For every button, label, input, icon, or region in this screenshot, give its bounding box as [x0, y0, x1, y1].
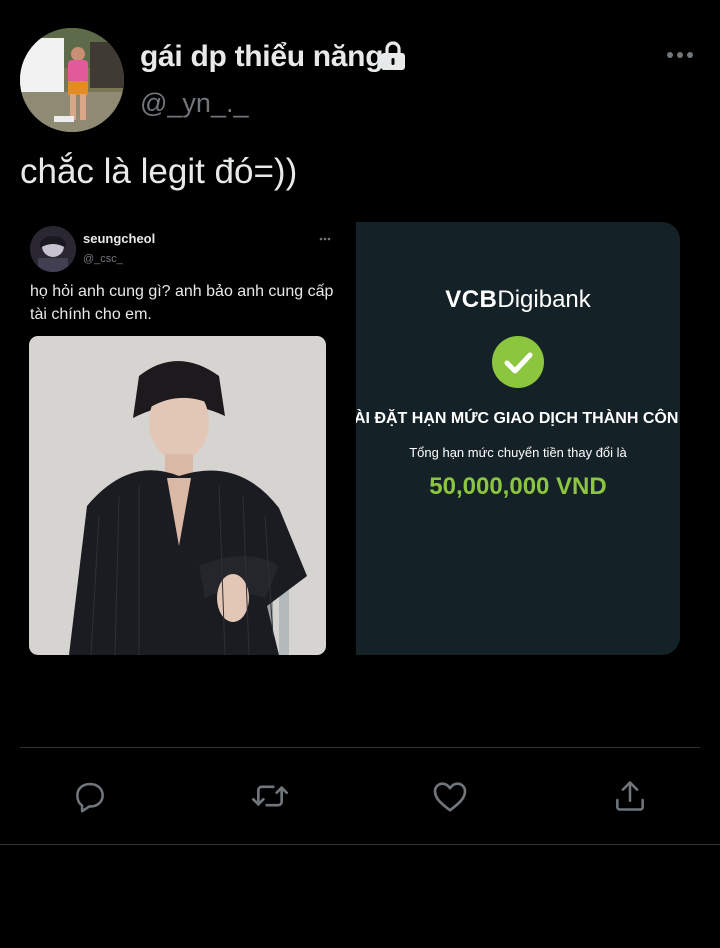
vcb-logo: VCBDigibank: [356, 286, 680, 314]
avatar[interactable]: [20, 28, 124, 132]
divider: [20, 747, 700, 748]
bottom-divider: [0, 844, 720, 845]
share-icon: [616, 781, 644, 811]
heart-icon: [433, 782, 467, 812]
retweet-button[interactable]: [248, 774, 292, 818]
share-button[interactable]: [608, 774, 652, 818]
vcb-logo-main: VCB: [445, 286, 498, 313]
quoted-avatar: [30, 226, 76, 272]
retweet-icon: [252, 785, 288, 807]
tweet-media[interactable]: seungcheol @_csc_ họ hỏi anh cung gì? an…: [20, 222, 680, 655]
quoted-handle: @_csc_: [83, 253, 123, 265]
display-name[interactable]: gái dp thiểu năng: [140, 40, 384, 74]
tweet-header: gái dp thiểu năng @_yn_._: [20, 28, 700, 132]
vcb-subtitle: Tổng hạn mức chuyển tiền thay đổi là: [409, 445, 627, 460]
reply-button[interactable]: [68, 774, 112, 818]
bank-screenshot[interactable]: VCBDigibank ÀI ĐẶT HẠN MỨC GIAO DỊCH THÀ…: [356, 222, 680, 655]
quoted-text: họ hỏi anh cung gì? anh bảo anh cung cấp…: [30, 283, 334, 323]
vcb-logo-sub: Digibank: [497, 286, 591, 313]
vcb-amount: 50,000,000 VND: [429, 473, 607, 500]
check-circle-icon: [492, 336, 544, 388]
quoted-more-icon: [319, 237, 331, 241]
vcb-status-text: ÀI ĐẶT HẠN MỨC GIAO DỊCH THÀNH CÔN: [356, 410, 679, 427]
quoted-photo: [29, 336, 326, 655]
lock-icon: [381, 41, 405, 70]
like-button[interactable]: [428, 774, 472, 818]
quoted-name: seungcheol: [83, 231, 156, 246]
quoted-screenshot[interactable]: seungcheol @_csc_ họ hỏi anh cung gì? an…: [20, 222, 344, 655]
handle[interactable]: @_yn_._: [140, 88, 248, 119]
more-icon[interactable]: [666, 50, 694, 60]
reply-icon: [76, 782, 104, 813]
tweet-text: chắc là legit đó=)): [20, 152, 298, 191]
action-bar: [0, 774, 720, 818]
